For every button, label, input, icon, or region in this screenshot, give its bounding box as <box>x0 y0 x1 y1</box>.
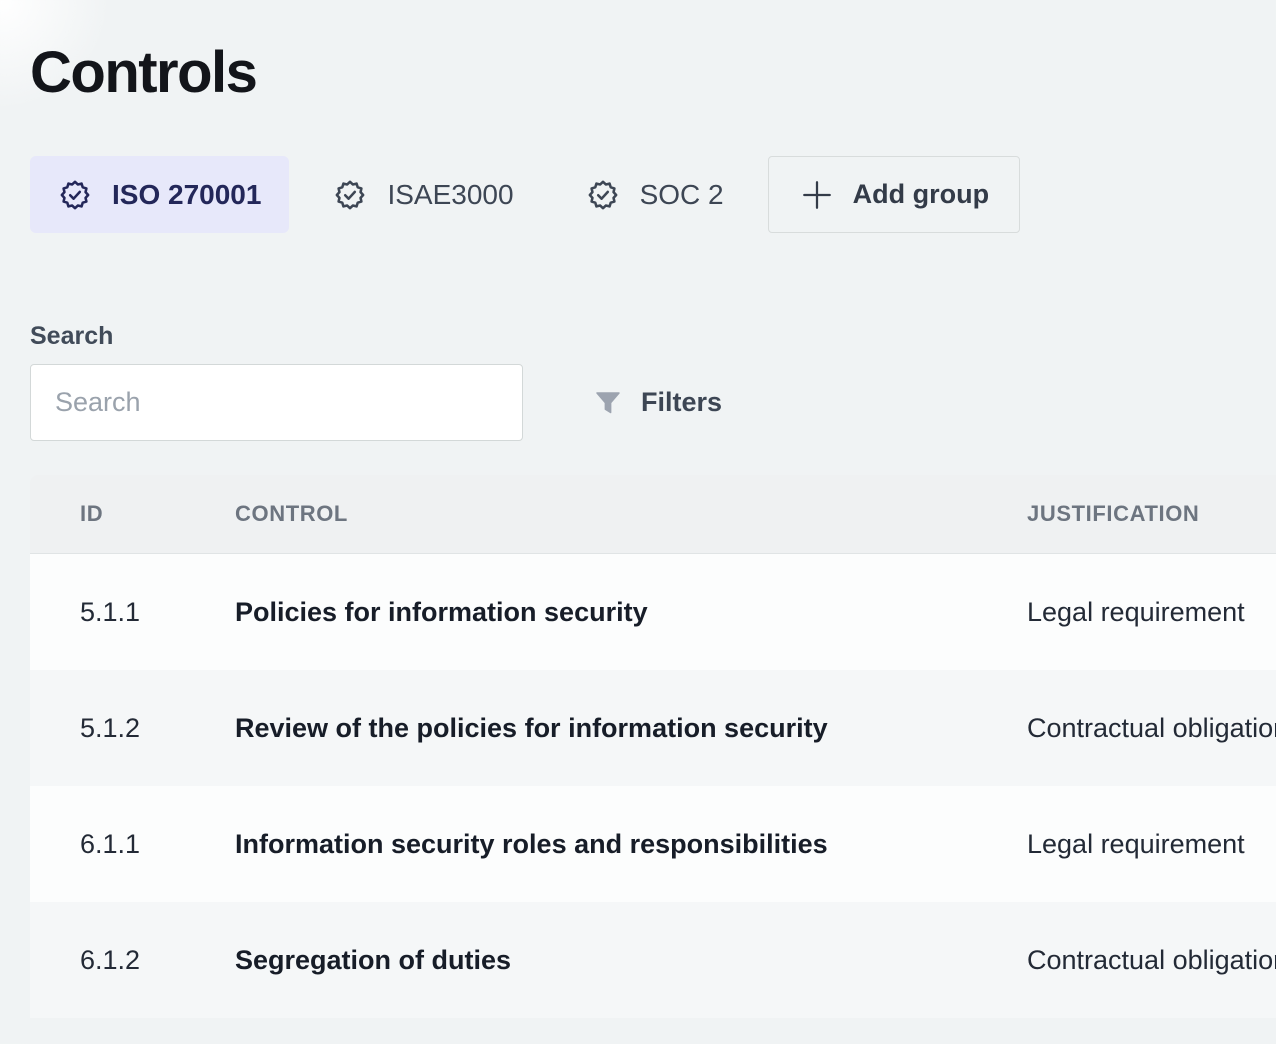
plus-icon <box>799 177 835 213</box>
badge-check-icon <box>58 178 92 212</box>
group-tab-isae3000[interactable]: ISAE3000 <box>305 156 541 233</box>
add-group-label: Add group <box>853 179 989 210</box>
control-cell: Information security roles and responsib… <box>235 829 1027 860</box>
table-header-row: ID CONTROL JUSTIFICATION <box>30 475 1276 554</box>
group-tab-iso270001[interactable]: ISO 270001 <box>30 156 289 233</box>
badge-check-icon <box>333 178 367 212</box>
justification-cell: Contractual obligation <box>1027 945 1276 976</box>
controls-table: ID CONTROL JUSTIFICATION 5.1.1 Policies … <box>30 475 1276 1018</box>
justification-cell: Legal requirement <box>1027 597 1276 628</box>
column-header-id: ID <box>30 501 235 527</box>
page-title: Controls <box>30 44 1276 102</box>
control-cell: Review of the policies for information s… <box>235 713 1027 744</box>
filters-button[interactable]: Filters <box>587 364 728 441</box>
id-cell: 6.1.2 <box>30 945 235 976</box>
filters-label: Filters <box>641 387 722 418</box>
search-input[interactable] <box>30 364 523 441</box>
justification-cell: Contractual obligation <box>1027 713 1276 744</box>
id-cell: 6.1.1 <box>30 829 235 860</box>
controls-page: Controls ISO 270001 ISAE3000 <box>0 44 1276 1018</box>
add-group-button[interactable]: Add group <box>768 156 1020 233</box>
search-label: Search <box>30 322 1276 350</box>
column-header-control: CONTROL <box>235 501 1027 527</box>
justification-cell: Legal requirement <box>1027 829 1276 860</box>
column-header-justification: JUSTIFICATION <box>1027 501 1276 527</box>
badge-check-icon <box>586 178 620 212</box>
group-tabs: ISO 270001 ISAE3000 SOC 2 <box>30 156 1276 233</box>
group-tab-soc2[interactable]: SOC 2 <box>558 156 752 233</box>
table-row[interactable]: 6.1.2 Segregation of duties Contractual … <box>30 902 1276 1018</box>
id-cell: 5.1.1 <box>30 597 235 628</box>
control-cell: Segregation of duties <box>235 945 1027 976</box>
group-tab-label: ISO 270001 <box>112 179 261 211</box>
table-row[interactable]: 6.1.1 Information security roles and res… <box>30 786 1276 902</box>
search-row: Filters <box>30 364 1276 441</box>
table-row[interactable]: 5.1.2 Review of the policies for informa… <box>30 670 1276 786</box>
table-row[interactable]: 5.1.1 Policies for information security … <box>30 554 1276 670</box>
group-tab-label: SOC 2 <box>640 179 724 211</box>
group-tab-label: ISAE3000 <box>387 179 513 211</box>
id-cell: 5.1.2 <box>30 713 235 744</box>
table-body: 5.1.1 Policies for information security … <box>30 554 1276 1018</box>
control-cell: Policies for information security <box>235 597 1027 628</box>
filter-funnel-icon <box>593 388 623 418</box>
